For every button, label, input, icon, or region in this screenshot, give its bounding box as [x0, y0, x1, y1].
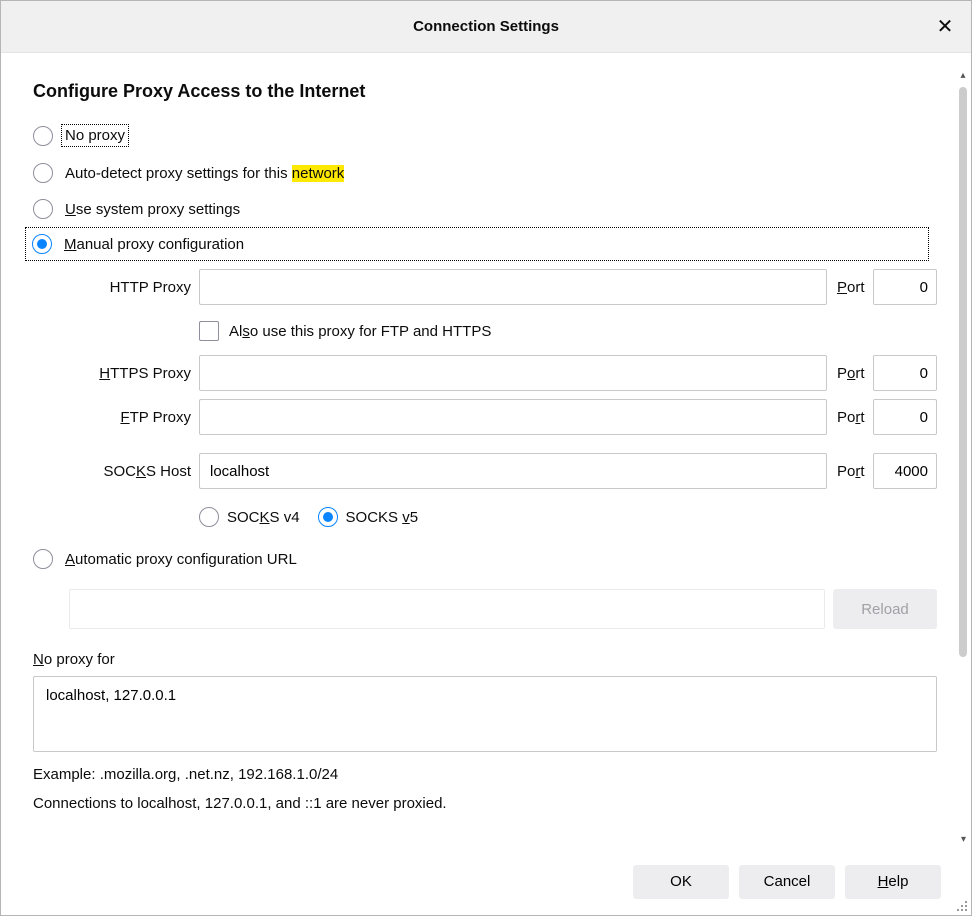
scroll-up-icon[interactable]: ▴ — [960, 71, 965, 81]
connection-settings-dialog: Connection Settings ✕ Configure Proxy Ac… — [0, 0, 972, 916]
ftp-port-label: Port — [831, 409, 869, 426]
http-proxy-row: HTTP Proxy Port — [69, 269, 937, 305]
ftp-proxy-input[interactable] — [199, 399, 827, 435]
radio-auto-url-row: Automatic proxy configuration URL — [33, 541, 937, 577]
close-button[interactable]: ✕ — [933, 15, 957, 39]
scroll-thumb[interactable] — [959, 87, 967, 657]
radio-manual-row: Manual proxy configuration — [25, 227, 929, 261]
radio-use-system-row: Use system proxy settings — [33, 191, 937, 227]
cancel-button[interactable]: Cancel — [739, 865, 835, 899]
button-bar: ▾ OK Cancel Help — [1, 847, 971, 915]
http-port-label: Port — [831, 279, 869, 296]
ftp-proxy-row: FTP Proxy Port — [69, 399, 937, 435]
content-wrap: Configure Proxy Access to the Internet N… — [1, 53, 971, 847]
https-proxy-row: HTTPS Proxy Port — [69, 355, 937, 391]
no-proxy-textarea[interactable] — [33, 676, 937, 752]
no-proxy-section: No proxy for Example: .mozilla.org, .net… — [33, 651, 937, 812]
radio-auto-url-label: Automatic proxy configuration URL — [65, 551, 297, 568]
resize-grip-icon[interactable] — [955, 899, 969, 913]
socks-version-row: SOCKS v4 SOCKS v5 — [69, 497, 937, 529]
socks-v5-item: SOCKS v5 — [318, 507, 419, 527]
socks-host-row: SOCKS Host Port — [69, 453, 937, 489]
socks-block: SOCKS Host Port SOCKS v4 SOCKS v5 — [69, 453, 937, 529]
also-use-row: Also use this proxy for FTP and HTTPS — [69, 313, 937, 355]
socks-host-input[interactable] — [199, 453, 827, 489]
radio-manual-label: Manual proxy configuration — [64, 236, 244, 253]
ok-button[interactable]: OK — [633, 865, 729, 899]
socks-v5-label: SOCKS v5 — [346, 509, 419, 526]
highlight-network: network — [292, 165, 345, 182]
also-use-checkbox[interactable] — [199, 321, 219, 341]
proxy-form: HTTP Proxy Port Also use this proxy for … — [33, 269, 937, 529]
radio-auto-detect-row: Auto-detect proxy settings for this netw… — [33, 155, 937, 191]
radio-use-system[interactable] — [33, 199, 53, 219]
radio-use-system-label: Use system proxy settings — [65, 201, 240, 218]
help-button[interactable]: Help — [845, 865, 941, 899]
close-icon: ✕ — [937, 17, 954, 37]
socks-v4-label: SOCKS v4 — [227, 509, 300, 526]
scroll-down-icon[interactable]: ▾ — [961, 834, 966, 845]
socks-v4-item: SOCKS v4 — [199, 507, 300, 527]
scrollbar[interactable]: ▴ — [955, 53, 971, 847]
auto-url-section: Automatic proxy configuration URL Reload — [33, 541, 937, 635]
https-proxy-label: HTTPS Proxy — [69, 365, 195, 382]
auto-url-input-row: Reload — [33, 577, 937, 635]
https-proxy-input[interactable] — [199, 355, 827, 391]
example-text: Example: .mozilla.org, .net.nz, 192.168.… — [33, 766, 937, 783]
radio-no-proxy-row: No proxy — [33, 116, 937, 155]
radio-no-proxy[interactable] — [33, 126, 53, 146]
content: Configure Proxy Access to the Internet N… — [1, 53, 955, 847]
reload-button: Reload — [833, 589, 937, 629]
http-port-input[interactable] — [873, 269, 937, 305]
ftp-port-input[interactable] — [873, 399, 937, 435]
http-proxy-label: HTTP Proxy — [69, 279, 195, 296]
radio-no-proxy-label: No proxy — [65, 124, 129, 147]
socks-host-label: SOCKS Host — [69, 463, 195, 480]
https-port-input[interactable] — [873, 355, 937, 391]
also-use-label: Also use this proxy for FTP and HTTPS — [229, 323, 491, 340]
https-port-label: Port — [831, 365, 869, 382]
note-text: Connections to localhost, 127.0.0.1, and… — [33, 795, 937, 812]
http-proxy-input[interactable] — [199, 269, 827, 305]
section-title: Configure Proxy Access to the Internet — [33, 81, 937, 102]
radio-manual[interactable] — [32, 234, 52, 254]
socks-port-input[interactable] — [873, 453, 937, 489]
ftp-proxy-label: FTP Proxy — [69, 409, 195, 426]
radio-auto-detect-label: Auto-detect proxy settings for this netw… — [65, 165, 344, 182]
no-proxy-label: No proxy for — [33, 651, 937, 668]
radio-socks-v4[interactable] — [199, 507, 219, 527]
dialog-title: Connection Settings — [413, 18, 559, 35]
auto-url-input — [69, 589, 825, 629]
socks-port-label: Port — [831, 463, 869, 480]
radio-auto-detect[interactable] — [33, 163, 53, 183]
radio-socks-v5[interactable] — [318, 507, 338, 527]
titlebar: Connection Settings ✕ — [1, 1, 971, 53]
radio-auto-url[interactable] — [33, 549, 53, 569]
